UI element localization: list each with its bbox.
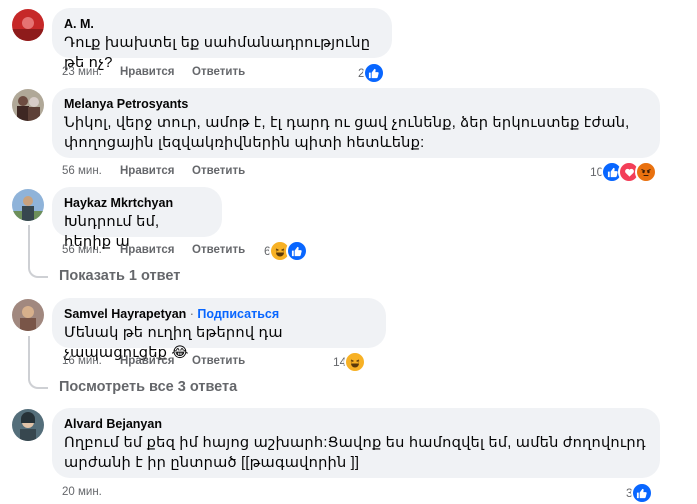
thread-connector bbox=[28, 336, 30, 376]
comment-actions: 23 мин. Нравится Ответить bbox=[62, 64, 245, 80]
avatar[interactable] bbox=[12, 89, 44, 121]
haha-icon bbox=[344, 351, 367, 373]
thread-connector bbox=[28, 225, 30, 265]
comment-author-line: Samvel Hayrapetyan · Подписаться bbox=[64, 306, 374, 322]
avatar[interactable] bbox=[12, 409, 44, 441]
avatar[interactable] bbox=[12, 9, 44, 41]
like-icon bbox=[362, 62, 385, 84]
reply-button[interactable]: Ответить bbox=[192, 64, 245, 80]
follow-button[interactable]: Подписаться bbox=[197, 307, 279, 321]
comment-bubble: Alvard Bejanyan Ողբում եմ քեզ իմ հայոց ա… bbox=[52, 408, 660, 478]
comment-author[interactable]: Alvard Bejanyan bbox=[64, 416, 648, 432]
comment-timestamp[interactable]: 20 мин. bbox=[62, 484, 120, 500]
like-icon bbox=[285, 240, 308, 262]
reaction-summary[interactable]: 3 bbox=[626, 482, 653, 504]
like-button[interactable]: Нравится bbox=[120, 64, 192, 80]
thread-connector bbox=[28, 375, 48, 389]
comment-author[interactable]: A. M. bbox=[64, 16, 380, 32]
angry-icon bbox=[635, 161, 658, 183]
separator-dot: · bbox=[186, 307, 198, 321]
avatar[interactable] bbox=[12, 189, 44, 221]
comment-bubble: Samvel Hayrapetyan · Подписаться Մենակ թ… bbox=[52, 298, 386, 361]
reaction-summary[interactable]: 14 bbox=[333, 351, 367, 373]
comment-bubble: Haykaz Mkrtchyan Խնդրում եմ, հերիք ա bbox=[52, 187, 222, 250]
reaction-summary[interactable]: 2 bbox=[358, 62, 385, 84]
comment-text: Նիկոլ, վերջ տուր, ամոթ է, էլ դարդ ու ցավ… bbox=[64, 115, 630, 151]
comment-actions: 16 мин. Нравится Ответить bbox=[62, 353, 245, 369]
comment-author[interactable]: Samvel Hayrapetyan bbox=[64, 307, 186, 321]
comment-author[interactable]: Melanya Petrosyants bbox=[64, 96, 648, 112]
comment-actions: 20 мин. bbox=[62, 484, 120, 500]
like-button[interactable]: Нравится bbox=[120, 353, 192, 369]
comment-bubble: A. M. Դուք խախտել եք սահմանադրությունը թ… bbox=[52, 8, 392, 71]
reaction-summary[interactable]: 6 bbox=[264, 240, 308, 262]
show-replies-link[interactable]: Показать 1 ответ bbox=[59, 268, 180, 284]
reply-button[interactable]: Ответить bbox=[192, 242, 245, 258]
avatar[interactable] bbox=[12, 299, 44, 331]
comment-timestamp[interactable]: 16 мин. bbox=[62, 353, 120, 369]
reply-button[interactable]: Ответить bbox=[192, 353, 245, 369]
like-icon bbox=[630, 482, 653, 504]
like-button[interactable]: Нравится bbox=[120, 242, 192, 258]
thread-connector bbox=[28, 264, 48, 278]
view-all-replies-link[interactable]: Посмотреть все 3 ответа bbox=[59, 379, 237, 395]
reaction-summary[interactable]: 10 bbox=[590, 161, 658, 183]
reply-button[interactable]: Ответить bbox=[192, 163, 245, 179]
comment-timestamp[interactable]: 56 мин. bbox=[62, 163, 120, 179]
comment-actions: 56 мин. Нравится Ответить bbox=[62, 242, 245, 258]
comment-author[interactable]: Haykaz Mkrtchyan bbox=[64, 195, 210, 211]
comment-timestamp[interactable]: 56 мин. bbox=[62, 242, 120, 258]
comment-bubble: Melanya Petrosyants Նիկոլ, վերջ տուր, ամ… bbox=[52, 88, 660, 158]
comment-timestamp[interactable]: 23 мин. bbox=[62, 64, 120, 80]
like-button[interactable]: Нравится bbox=[120, 163, 192, 179]
comment-actions: 56 мин. Нравится Ответить bbox=[62, 163, 245, 179]
comment-text: Ողբում եմ քեզ իմ հայոց աշխարհ:Ցավոք ես հ… bbox=[64, 435, 646, 471]
